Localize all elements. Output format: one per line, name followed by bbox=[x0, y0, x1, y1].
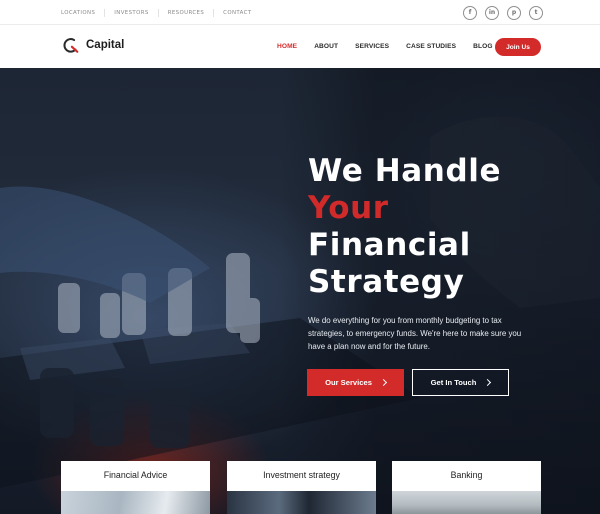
menu-item-blog[interactable]: BLOG bbox=[473, 43, 492, 50]
linkedin-icon[interactable]: in bbox=[485, 6, 499, 20]
hero-title-accent: Your bbox=[308, 190, 389, 226]
service-card-financial-advice[interactable]: Financial Advice bbox=[61, 461, 210, 514]
top-utility-bar: LOCATIONS INVESTORS RESOURCES CONTACT f … bbox=[0, 0, 600, 25]
hero-title-line-1: We Handle bbox=[308, 153, 502, 189]
hero-title-line-3: Financial bbox=[308, 227, 471, 263]
service-card-title: Financial Advice bbox=[103, 470, 168, 480]
get-in-touch-label: Get In Touch bbox=[430, 378, 477, 387]
utility-link-contact[interactable]: CONTACT bbox=[213, 8, 260, 17]
get-in-touch-button[interactable]: Get In Touch bbox=[412, 369, 509, 396]
social-links: f in p t bbox=[463, 6, 543, 20]
hero-section: We Handle Your Financial Strategy We do … bbox=[0, 68, 600, 514]
primary-menu: HOME ABOUT SERVICES CASE STUDIES BLOG bbox=[277, 25, 510, 68]
service-card-banking[interactable]: Banking bbox=[392, 461, 541, 514]
our-services-label: Our Services bbox=[325, 378, 372, 387]
logo-mark-icon bbox=[63, 38, 79, 53]
utility-link-resources[interactable]: RESOURCES bbox=[157, 8, 213, 17]
logo-text: Capital bbox=[86, 39, 125, 51]
join-us-button[interactable]: Join Us bbox=[495, 38, 541, 56]
service-card-investment-strategy[interactable]: Investment strategy bbox=[227, 461, 376, 514]
chevron-right-icon bbox=[379, 378, 387, 387]
service-card-title: Banking bbox=[450, 470, 483, 480]
menu-item-case-studies[interactable]: CASE STUDIES bbox=[406, 43, 456, 50]
utility-link-locations[interactable]: LOCATIONS bbox=[61, 9, 104, 17]
hero-description: We do everything for you from monthly bu… bbox=[308, 316, 522, 351]
service-card-image bbox=[61, 491, 210, 514]
service-card-image bbox=[392, 491, 541, 514]
hero-title-line-4: Strategy bbox=[308, 264, 465, 300]
utility-link-investors[interactable]: INVESTORS bbox=[104, 8, 157, 17]
hero-title: We Handle Your Financial Strategy bbox=[308, 153, 548, 301]
our-services-button[interactable]: Our Services bbox=[307, 369, 404, 396]
pinterest-icon[interactable]: p bbox=[507, 6, 521, 20]
menu-item-about[interactable]: ABOUT bbox=[314, 43, 338, 50]
facebook-icon[interactable]: f bbox=[463, 6, 477, 20]
utility-links: LOCATIONS INVESTORS RESOURCES CONTACT bbox=[61, 0, 261, 25]
service-card-image bbox=[227, 491, 376, 514]
main-navbar: Capital HOME ABOUT SERVICES CASE STUDIES… bbox=[0, 25, 600, 68]
menu-item-home[interactable]: HOME bbox=[277, 43, 297, 50]
service-card-title: Investment strategy bbox=[263, 470, 340, 480]
site-logo[interactable]: Capital bbox=[62, 36, 124, 54]
menu-item-services[interactable]: SERVICES bbox=[355, 43, 389, 50]
chevron-right-icon bbox=[484, 378, 492, 387]
twitter-icon[interactable]: t bbox=[529, 6, 543, 20]
